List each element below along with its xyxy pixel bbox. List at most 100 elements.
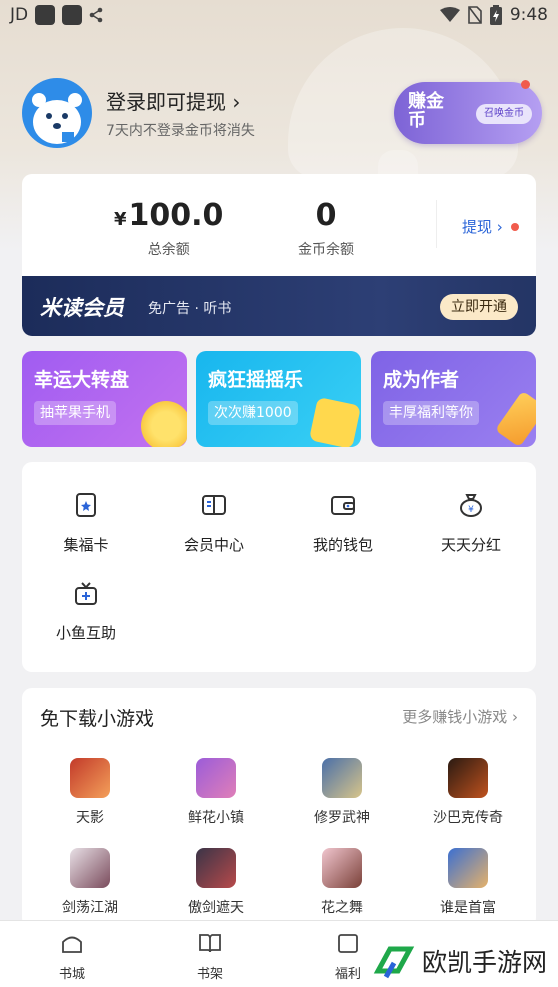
- promo-subtitle: 丰厚福利等你: [383, 401, 479, 425]
- nav-item-bookstore[interactable]: 书城: [32, 931, 112, 982]
- svg-text:¥: ¥: [468, 505, 474, 515]
- withdraw-button[interactable]: 提现 ›: [462, 216, 519, 237]
- game-icon: [322, 758, 362, 798]
- wifi-icon: [439, 7, 460, 22]
- nav-item-bookshelf[interactable]: 书架: [170, 931, 250, 982]
- game-label: 谁是首富: [440, 900, 496, 916]
- notification-app-icon: [62, 5, 83, 25]
- coin-balance-value: 0: [315, 198, 337, 233]
- feature-label: 天天分红: [440, 536, 501, 554]
- summon-coins-pill: 召唤金币: [476, 104, 532, 124]
- watermark-logo-icon: [373, 946, 415, 978]
- total-balance-value: 100.0: [128, 198, 224, 233]
- vip-open-button[interactable]: 立即开通: [440, 294, 518, 320]
- divider: [436, 200, 437, 248]
- home-icon: [62, 936, 82, 953]
- promo-title: 疯狂摇摇乐: [208, 369, 304, 391]
- balance-card: ¥100.0 总余额 0 金币余额 提现 › 米读会员 免广告 · 听书 立即开…: [22, 174, 536, 336]
- feature-wallet[interactable]: 我的钱包: [279, 492, 407, 555]
- nav-label: 书城: [58, 967, 85, 982]
- currency-symbol: ¥: [114, 209, 127, 230]
- feature-label: 会员中心: [183, 536, 244, 554]
- site-watermark: 欧凯手游网: [360, 934, 558, 987]
- member-book-icon: [202, 495, 226, 515]
- total-balance-label: 总余额: [147, 242, 190, 258]
- book-icon: [199, 934, 221, 953]
- game-icon: [70, 758, 110, 798]
- game-item[interactable]: 剑荡江湖: [26, 848, 154, 917]
- promo-title: 成为作者: [383, 369, 460, 391]
- game-icon: [70, 848, 110, 888]
- carrier-label: JD: [10, 5, 29, 25]
- game-item[interactable]: 沙巴克传奇: [404, 758, 532, 827]
- wallet-icon: [331, 496, 355, 515]
- notification-app-icon: [35, 5, 56, 25]
- game-label: 沙巴克传奇: [433, 810, 503, 826]
- login-prompt-text: 登录即可提现: [106, 90, 226, 114]
- vip-description: 免广告 · 听书: [148, 301, 232, 317]
- feature-daily-dividend[interactable]: ¥ 天天分红: [407, 492, 535, 555]
- feature-member-center[interactable]: 会员中心: [150, 492, 278, 555]
- coin-balance[interactable]: 0 金币余额: [298, 198, 354, 259]
- share-icon: [89, 7, 103, 23]
- games-title: 免下载小游戏: [40, 708, 155, 730]
- card-star-icon: [76, 493, 96, 517]
- feature-fortune-card[interactable]: 集福卡: [22, 492, 150, 555]
- vip-title: 米读会员: [40, 296, 124, 320]
- watermark-text: 欧凯手游网: [422, 947, 548, 977]
- no-sim-icon: [468, 6, 482, 24]
- game-item[interactable]: 天影: [26, 758, 154, 827]
- game-label: 修罗武神: [314, 810, 370, 826]
- promo-shake[interactable]: 疯狂摇摇乐 次次赚1000: [196, 351, 361, 447]
- promo-title: 幸运大转盘: [34, 369, 130, 391]
- game-label: 花之舞: [321, 900, 363, 916]
- total-balance[interactable]: ¥100.0 总余额: [114, 198, 223, 259]
- clock: 9:48: [509, 5, 548, 25]
- feature-grid: 集福卡 会员中心 我的钱包 ¥ 天天分红 小鱼互助: [22, 462, 536, 672]
- game-item[interactable]: 鲜花小镇: [152, 758, 280, 827]
- notification-dot: [521, 80, 530, 89]
- coin-balance-label: 金币余额: [298, 242, 354, 258]
- promo-become-author[interactable]: 成为作者 丰厚福利等你: [371, 351, 536, 447]
- game-label: 鲜花小镇: [188, 810, 244, 826]
- pencil-icon: [494, 390, 536, 447]
- vip-banner[interactable]: 米读会员 免广告 · 听书 立即开通: [22, 276, 536, 336]
- dice-icon: [308, 396, 361, 447]
- promo-subtitle: 抽苹果手机: [34, 401, 116, 425]
- game-item[interactable]: 修罗武神: [278, 758, 406, 827]
- feature-fish-mutual-aid[interactable]: 小鱼互助: [22, 580, 150, 643]
- money-bag-icon: ¥: [460, 494, 482, 517]
- game-icon: [448, 848, 488, 888]
- earn-coins-text: 赚金币: [408, 91, 444, 131]
- more-games-link[interactable]: 更多赚钱小游戏 ›: [402, 706, 518, 727]
- gift-icon: [338, 934, 358, 953]
- mini-games-section: 免下载小游戏 更多赚钱小游戏 › 天影 鲜花小镇 修罗武神 沙巴克传奇 剑荡江湖…: [22, 688, 536, 928]
- game-icon: [196, 758, 236, 798]
- game-label: 剑荡江湖: [62, 900, 118, 916]
- earn-coins-button[interactable]: 赚金币 召唤金币: [394, 80, 542, 144]
- feature-label: 小鱼互助: [55, 624, 116, 642]
- game-icon: [196, 848, 236, 888]
- withdraw-label: 提现 ›: [462, 218, 503, 236]
- coin-icon: [141, 401, 187, 447]
- game-item[interactable]: 傲剑遮天: [152, 848, 280, 917]
- game-item[interactable]: 花之舞: [278, 848, 406, 917]
- battery-charging-icon: [489, 5, 502, 25]
- game-label: 傲剑遮天: [188, 900, 244, 916]
- nav-label: 书架: [196, 967, 223, 982]
- feature-label: 我的钱包: [312, 536, 373, 554]
- polar-bear-icon: [32, 93, 82, 144]
- status-bar: JD 9:48: [0, 0, 558, 30]
- promo-lucky-wheel[interactable]: 幸运大转盘 抽苹果手机: [22, 351, 187, 447]
- chevron-right-icon: ›: [232, 90, 241, 114]
- game-label: 天影: [76, 810, 104, 826]
- notification-dot: [510, 222, 519, 231]
- feature-label: 集福卡: [63, 536, 109, 554]
- game-item[interactable]: 谁是首富: [404, 848, 532, 917]
- game-icon: [322, 848, 362, 888]
- login-subtitle: 7天内不登录金币将消失: [106, 123, 255, 139]
- promo-subtitle: 次次赚1000: [208, 401, 298, 425]
- gift-plus-icon: [75, 582, 97, 605]
- login-prompt-link[interactable]: 登录即可提现 ›: [106, 86, 240, 115]
- avatar[interactable]: [22, 78, 92, 148]
